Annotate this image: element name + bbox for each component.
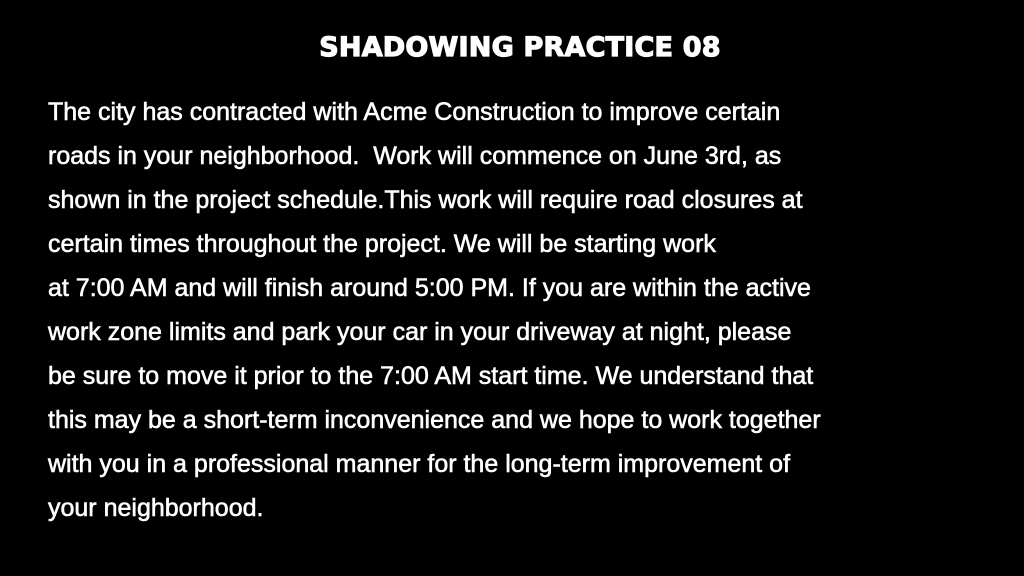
paragraph-line-2: roads in your neighborhood. Work will co… (48, 142, 782, 171)
paragraph-line-1: The city has contracted with Acme Constr… (48, 98, 781, 127)
paragraph-line-7: be sure to move it prior to the 7:00 AM … (48, 362, 814, 391)
body-paragraph: The city has contracted with Acme Constr… (48, 90, 1008, 530)
paragraph-line-9: with you in a professional manner for th… (48, 450, 791, 479)
paragraph-line-3: shown in the project schedule.This work … (48, 186, 803, 215)
paragraph-line-6: work zone limits and park your car in yo… (48, 318, 792, 347)
paragraph-line-10: your neighborhood. (48, 494, 264, 523)
paragraph-line-5: at 7:00 AM and will finish around 5:00 P… (48, 274, 812, 303)
page-title: SHADOWING PRACTICE 08 (319, 31, 721, 63)
paragraph-line-8: this may be a short-term inconvenience a… (48, 406, 821, 435)
paragraph-line-4: certain times throughout the project. We… (48, 230, 717, 259)
slide: SHADOWING PRACTICE 08 The city has contr… (0, 0, 1024, 576)
